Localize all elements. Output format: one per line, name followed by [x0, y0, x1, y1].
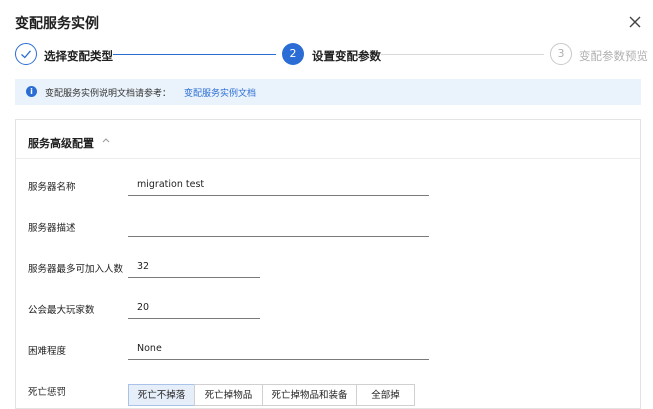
notice-doc-link[interactable]: 变配服务实例文档 — [184, 86, 256, 99]
step-connector-2 — [381, 54, 544, 55]
dialog-title: 变配服务实例 — [15, 16, 99, 32]
panel-header: 服务高级配置 — [16, 120, 640, 159]
server-desc-label: 服务器描述 — [28, 223, 76, 234]
panel-title: 服务高级配置 — [28, 137, 94, 150]
difficulty-input[interactable] — [128, 342, 429, 360]
difficulty-label: 困难程度 — [28, 346, 67, 357]
info-notice: i 变配服务实例说明文档请参考： 变配服务实例文档 — [15, 79, 641, 105]
step-2-circle: 2 — [282, 43, 304, 65]
server-desc-input[interactable] — [128, 219, 429, 237]
death-penalty-option-drop-items-equipment[interactable]: 死亡掉物品和装备 — [262, 384, 357, 406]
step-1-label: 选择变配类型 — [44, 49, 113, 63]
death-penalty-option-drop-all[interactable]: 全部掉 — [356, 384, 415, 406]
max-players-input[interactable] — [128, 260, 260, 278]
guild-max-label: 公会最大玩家数 — [28, 305, 95, 316]
step-2-label: 设置变配参数 — [312, 49, 381, 63]
server-name-label: 服务器名称 — [28, 182, 76, 193]
chevron-up-icon[interactable] — [102, 137, 110, 143]
server-name-input[interactable] — [128, 178, 429, 196]
guild-max-input[interactable] — [128, 301, 260, 319]
death-penalty-label: 死亡惩罚 — [28, 387, 67, 398]
step-3-label: 变配参数预览 — [579, 49, 648, 63]
close-icon[interactable] — [627, 14, 643, 30]
step-connector-1 — [113, 54, 276, 55]
step-3-circle: 3 — [550, 43, 572, 65]
death-penalty-option-drop-items[interactable]: 死亡掉物品 — [194, 384, 263, 406]
notice-text: 变配服务实例说明文档请参考： — [45, 89, 172, 99]
info-icon: i — [26, 86, 37, 97]
death-penalty-option-no-drop[interactable]: 死亡不掉落 — [128, 384, 195, 406]
check-icon — [21, 50, 31, 59]
step-1-circle — [15, 43, 37, 65]
max-players-label: 服务器最多可加入人数 — [28, 264, 124, 275]
